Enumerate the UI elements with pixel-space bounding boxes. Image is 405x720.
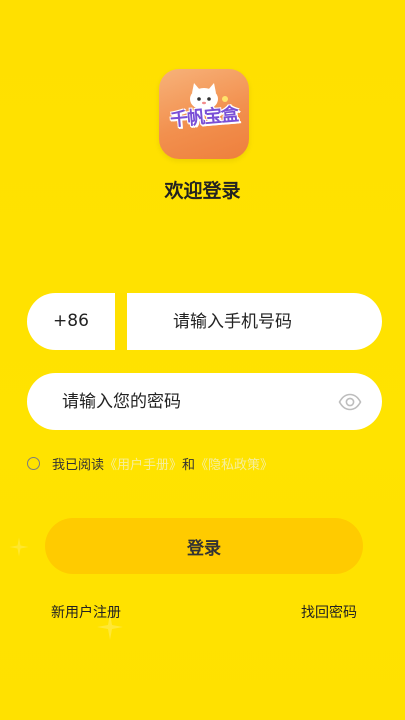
register-link[interactable]: 新用户注册 [51, 602, 121, 622]
agreement-checkbox[interactable] [27, 456, 40, 470]
privacy-policy-link[interactable]: 《隐私政策》 [195, 454, 273, 473]
country-code-selector[interactable]: +86 [27, 293, 115, 350]
phone-divider [115, 293, 127, 350]
page-title: 欢迎登录 [164, 180, 241, 202]
eye-icon[interactable] [338, 390, 362, 414]
password-input-row [27, 373, 382, 430]
phone-input-row: +86 [27, 293, 382, 350]
agreement-conjunction: 和 [182, 457, 196, 473]
phone-number-input[interactable] [127, 293, 382, 350]
login-button[interactable]: 登录 [45, 518, 363, 574]
login-screen: 千帆宝盒 欢迎登录 +86 我已阅读 《用户手册》 和 《隐私政策》 登录 新用… [0, 0, 405, 720]
user-manual-link[interactable]: 《用户手册》 [104, 454, 182, 473]
forgot-password-link[interactable]: 找回密码 [301, 602, 357, 622]
app-logo: 千帆宝盒 [159, 69, 249, 159]
sparkle-decoration-icon [9, 537, 29, 557]
password-input[interactable] [27, 373, 327, 430]
agreement-prefix: 我已阅读 [52, 457, 105, 473]
agreement-row: 我已阅读 《用户手册》 和 《隐私政策》 [27, 452, 273, 474]
